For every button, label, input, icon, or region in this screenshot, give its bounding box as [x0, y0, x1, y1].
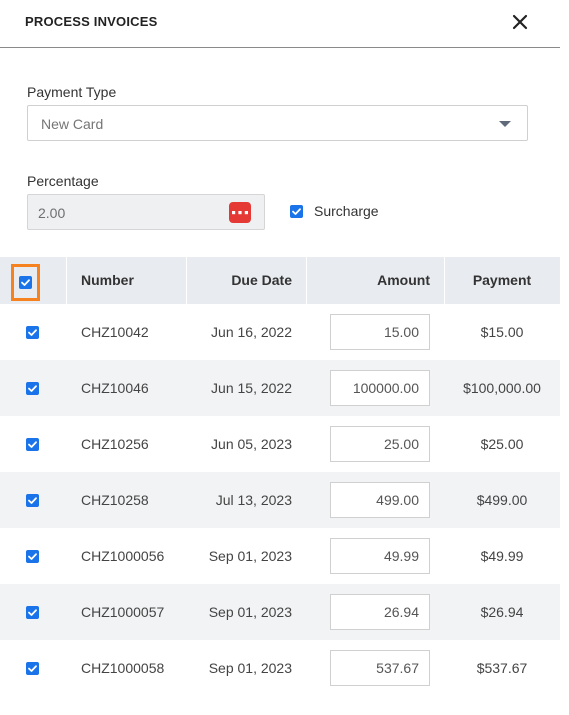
check-icon — [28, 609, 37, 616]
amount-input[interactable]: 537.67 — [330, 650, 430, 686]
payment-value: $100,000.00 — [463, 380, 541, 396]
column-separator — [66, 257, 67, 304]
payment-value: $499.00 — [476, 492, 528, 508]
more-dots-icon[interactable] — [229, 202, 251, 223]
invoice-number: CHZ10042 — [81, 324, 149, 340]
payment-value: $537.67 — [476, 660, 528, 676]
amount-input[interactable]: 25.00 — [330, 426, 430, 462]
due-date: Sep 01, 2023 — [208, 604, 292, 620]
payment-value: $15.00 — [480, 324, 524, 340]
row-checkbox[interactable] — [26, 662, 39, 675]
invoice-number: CHZ1000058 — [81, 660, 165, 676]
row-checkbox[interactable] — [26, 550, 39, 563]
check-icon — [292, 208, 301, 215]
amount-input[interactable]: 26.94 — [330, 594, 430, 630]
select-all-checkbox[interactable] — [19, 276, 32, 289]
select-all-highlight — [11, 264, 40, 301]
due-date: Sep 01, 2023 — [208, 548, 292, 564]
payment-value: $25.00 — [480, 436, 524, 452]
table-row: CHZ10046 Jun 15, 2022 100000.00 $100,000… — [0, 360, 560, 416]
percentage-label: Percentage — [27, 173, 99, 189]
amount-input[interactable]: 499.00 — [330, 482, 430, 518]
invoice-number: CHZ1000056 — [81, 548, 165, 564]
column-header-due-date[interactable]: Due Date — [186, 257, 292, 304]
check-icon — [28, 329, 37, 336]
invoice-number: CHZ10046 — [81, 380, 149, 396]
amount-input[interactable]: 15.00 — [330, 314, 430, 350]
payment-type-select[interactable]: New Card — [27, 105, 528, 141]
check-icon — [28, 553, 37, 560]
modal-title: PROCESS INVOICES — [25, 14, 158, 29]
due-date: Jun 05, 2023 — [211, 436, 292, 452]
table-row: CHZ1000056 Sep 01, 2023 49.99 $49.99 — [0, 528, 560, 584]
due-date: Jun 16, 2022 — [211, 324, 292, 340]
payment-value: $49.99 — [480, 548, 524, 564]
table-header: Number Due Date Amount Payment — [0, 257, 560, 304]
check-icon — [21, 279, 30, 286]
close-icon[interactable] — [508, 10, 532, 34]
payment-type-value: New Card — [41, 116, 104, 132]
check-icon — [28, 665, 37, 672]
invoice-number: CHZ1000057 — [81, 604, 165, 620]
check-icon — [28, 385, 37, 392]
row-checkbox[interactable] — [26, 382, 39, 395]
modal-header: PROCESS INVOICES — [0, 0, 560, 48]
table-row: CHZ1000057 Sep 01, 2023 26.94 $26.94 — [0, 584, 560, 640]
column-header-payment[interactable]: Payment — [444, 257, 560, 304]
due-date: Jul 13, 2023 — [215, 492, 292, 508]
row-checkbox[interactable] — [26, 438, 39, 451]
check-icon — [28, 441, 37, 448]
row-checkbox[interactable] — [26, 494, 39, 507]
payment-type-label: Payment Type — [27, 84, 117, 100]
column-header-number[interactable]: Number — [81, 257, 134, 304]
row-checkbox[interactable] — [26, 326, 39, 339]
table-row: CHZ10042 Jun 16, 2022 15.00 $15.00 — [0, 304, 560, 360]
close-button[interactable] — [508, 10, 532, 34]
table-row: CHZ1000058 Sep 01, 2023 537.67 $537.67 — [0, 640, 560, 696]
due-date: Sep 01, 2023 — [208, 660, 292, 676]
surcharge-label: Surcharge — [314, 203, 379, 219]
payment-value: $26.94 — [480, 604, 524, 620]
column-header-amount[interactable]: Amount — [306, 257, 430, 304]
table-row: CHZ10258 Jul 13, 2023 499.00 $499.00 — [0, 472, 560, 528]
percentage-value: 2.00 — [38, 205, 66, 221]
invoice-number: CHZ10258 — [81, 492, 149, 508]
row-checkbox[interactable] — [26, 606, 39, 619]
table-row: CHZ10256 Jun 05, 2023 25.00 $25.00 — [0, 416, 560, 472]
due-date: Jun 15, 2022 — [211, 380, 292, 396]
amount-input[interactable]: 100000.00 — [330, 370, 430, 406]
check-icon — [28, 497, 37, 504]
surcharge-checkbox[interactable] — [290, 205, 303, 218]
invoice-number: CHZ10256 — [81, 436, 149, 452]
amount-input[interactable]: 49.99 — [330, 538, 430, 574]
percentage-input[interactable]: 2.00 — [27, 194, 265, 230]
chevron-down-icon — [499, 121, 511, 127]
